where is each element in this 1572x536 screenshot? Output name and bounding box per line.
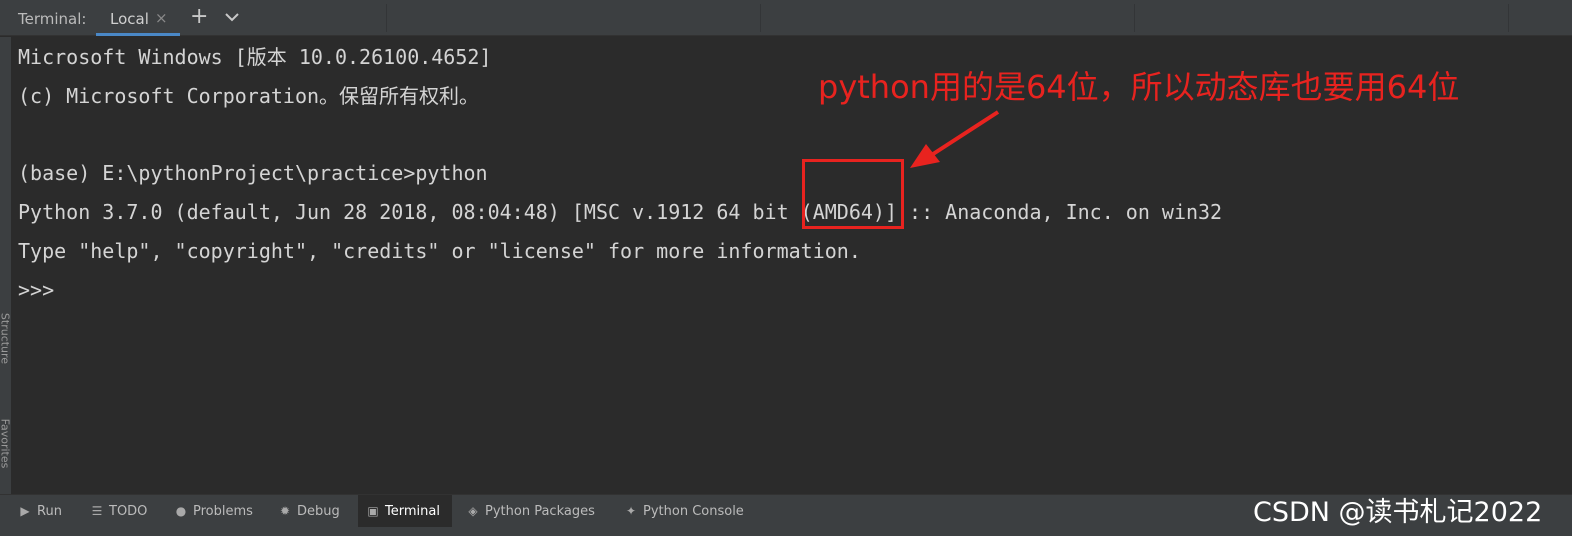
tab-local[interactable]: Local ×	[96, 0, 180, 36]
python-icon: ✦	[625, 504, 637, 518]
list-icon: ☰	[91, 504, 103, 518]
problems-button[interactable]: ● Problems	[174, 495, 253, 527]
header-divider	[1134, 4, 1135, 32]
sidebar-item-favorites[interactable]: Favorites	[0, 417, 12, 471]
chevron-down-icon[interactable]	[222, 7, 242, 27]
sidebar-item-structure[interactable]: Structure	[0, 312, 12, 366]
python-console-button[interactable]: ✦ Python Console	[624, 495, 744, 527]
terminal-button[interactable]: ▣ Terminal	[358, 495, 452, 527]
terminal-line: Python 3.7.0 (default, Jun 28 2018, 08:0…	[18, 200, 1223, 225]
terminal-icon: ▣	[367, 504, 379, 518]
terminal-line: Type "help", "copyright", "credits" or "…	[18, 238, 861, 263]
todo-button[interactable]: ☰ TODO	[90, 495, 148, 527]
terminal-label: Terminal:	[18, 10, 87, 28]
layers-icon: ◈	[468, 504, 478, 518]
terminal-line: (base) E:\pythonProject\practice>python	[18, 161, 488, 186]
debug-button[interactable]: ✹ Debug	[278, 495, 340, 527]
annotation-arrow	[910, 110, 1000, 168]
terminal-tab-bar: Terminal: Local × +	[0, 0, 1572, 36]
bug-icon: ✹	[279, 504, 291, 518]
highlight-box	[802, 159, 904, 229]
header-divider	[760, 4, 761, 32]
info-icon: ●	[175, 504, 187, 518]
close-icon[interactable]: ×	[155, 9, 168, 27]
watermark: CSDN @读书札记2022	[1253, 497, 1543, 528]
left-tool-strip: Structure Favorites	[0, 37, 12, 494]
tab-local-label: Local	[110, 10, 149, 28]
run-button[interactable]: ▶ Run	[18, 495, 62, 527]
plus-icon[interactable]: +	[190, 5, 208, 29]
python-packages-button[interactable]: ◈ Python Packages	[466, 495, 594, 527]
header-divider	[386, 4, 387, 32]
header-divider	[1508, 4, 1509, 32]
play-icon: ▶	[20, 504, 30, 518]
terminal-prompt: >>>	[18, 277, 55, 302]
